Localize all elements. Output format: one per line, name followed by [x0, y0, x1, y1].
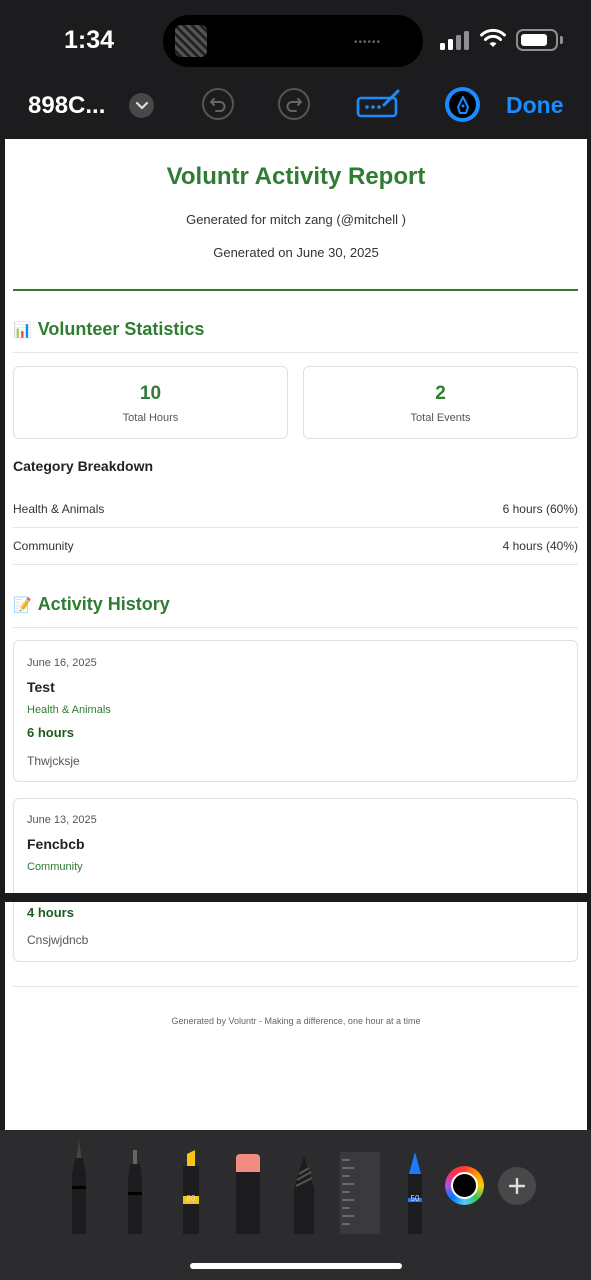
pen-tool[interactable]	[66, 1138, 92, 1234]
stat-card-total-hours: 10 Total Hours	[13, 366, 288, 439]
battery-icon	[516, 29, 558, 51]
home-indicator[interactable]	[190, 1263, 402, 1269]
category-value: 4 hours (40%)	[502, 539, 578, 553]
report-title: Voluntr Activity Report	[166, 163, 426, 190]
selected-color-swatch	[451, 1172, 478, 1199]
stat-label: Total Hours	[122, 412, 179, 424]
plus-icon	[509, 1178, 525, 1194]
activity-category: Health & Animals	[27, 704, 111, 716]
activity-history-heading: 📝 Activity History	[13, 594, 170, 615]
activity-card: June 13, 2025 Fencbcb Community 4 hours …	[13, 798, 578, 962]
now-playing-thumbnail	[175, 25, 207, 57]
statistics-divider	[13, 352, 578, 353]
category-name: Community	[13, 539, 74, 553]
crayon-tool[interactable]	[402, 1150, 428, 1234]
activity-hours: 6 hours	[27, 725, 74, 740]
statistics-heading: 📊 Volunteer Statistics	[13, 319, 204, 340]
markup-toolbar: 898C... Done	[0, 78, 591, 138]
activity-category: Community	[27, 861, 83, 873]
generated-on-text: Generated on June 30, 2025	[213, 245, 379, 260]
stat-label: Total Events	[410, 412, 471, 424]
category-name: Health & Animals	[13, 502, 105, 516]
category-value: 6 hours (60%)	[502, 502, 578, 516]
battery-cap	[560, 36, 563, 44]
fineliner-tool[interactable]	[122, 1148, 148, 1234]
report-footer: Generated by Voluntr - Making a differen…	[171, 1016, 421, 1026]
activity-description: Thwjcksje	[27, 754, 80, 768]
title-menu-button[interactable]	[129, 93, 154, 118]
stat-card-total-events: 2 Total Events	[303, 366, 578, 439]
category-row: Health & Animals 6 hours (60%)	[13, 492, 578, 528]
activity-card: June 16, 2025 Test Health & Animals 6 ho…	[13, 640, 578, 782]
footer-divider	[13, 986, 578, 987]
color-picker-button[interactable]	[445, 1166, 484, 1205]
generated-for-text: Generated for mitch zang (@mitchell )	[186, 212, 406, 227]
status-bar: 1:34 ••••••	[0, 0, 591, 78]
audio-activity-icon: ••••••	[353, 37, 381, 48]
markup-form-fill-icon[interactable]	[356, 88, 402, 120]
redo-icon	[286, 98, 302, 112]
report-document: Voluntr Activity Report Generated for mi…	[5, 139, 587, 1130]
activity-date: June 16, 2025	[27, 657, 97, 669]
activity-title: Fencbcb	[27, 836, 85, 852]
ruler-tool[interactable]	[340, 1152, 380, 1234]
bar-chart-icon: 📊	[13, 321, 32, 339]
markup-pen-button[interactable]	[445, 87, 480, 122]
undo-icon	[210, 98, 226, 112]
statistics-heading-label: Volunteer Statistics	[37, 319, 205, 339]
memo-icon: 📝	[13, 596, 32, 614]
stat-value: 2	[435, 383, 446, 404]
highlighter-tool[interactable]	[178, 1150, 204, 1234]
activity-date: June 13, 2025	[27, 814, 97, 826]
document-title[interactable]: 898C...	[28, 92, 105, 120]
redo-button[interactable]	[278, 88, 310, 120]
home-indicator-area	[0, 1234, 591, 1280]
undo-button[interactable]	[202, 88, 234, 120]
cellular-signal-icon	[440, 30, 472, 50]
dynamic-island[interactable]: ••••••	[163, 15, 423, 67]
pencil-tool[interactable]	[290, 1154, 318, 1234]
activity-history-heading-label: Activity History	[37, 594, 170, 614]
chevron-down-icon	[135, 101, 148, 109]
wifi-icon	[480, 28, 506, 47]
activity-title: Test	[27, 679, 55, 695]
crayon-opacity-label: 50	[410, 1194, 420, 1203]
activity-description: Cnsjwjdncb	[27, 933, 89, 947]
highlighter-opacity-label: 80	[186, 1194, 196, 1203]
eraser-tool[interactable]	[234, 1152, 262, 1234]
category-breakdown-heading: Category Breakdown	[13, 458, 154, 474]
add-tool-button[interactable]	[498, 1167, 536, 1205]
activity-hours: 4 hours	[27, 905, 74, 920]
header-divider	[13, 289, 578, 291]
clock: 1:34	[64, 26, 115, 54]
stat-value: 10	[139, 383, 162, 404]
page-break	[0, 893, 591, 902]
pen-tip-icon	[449, 91, 476, 118]
category-row: Community 4 hours (40%)	[13, 529, 578, 565]
tool-palette: 80 50	[0, 1130, 591, 1234]
history-divider	[13, 627, 578, 628]
done-button[interactable]: Done	[506, 92, 564, 119]
